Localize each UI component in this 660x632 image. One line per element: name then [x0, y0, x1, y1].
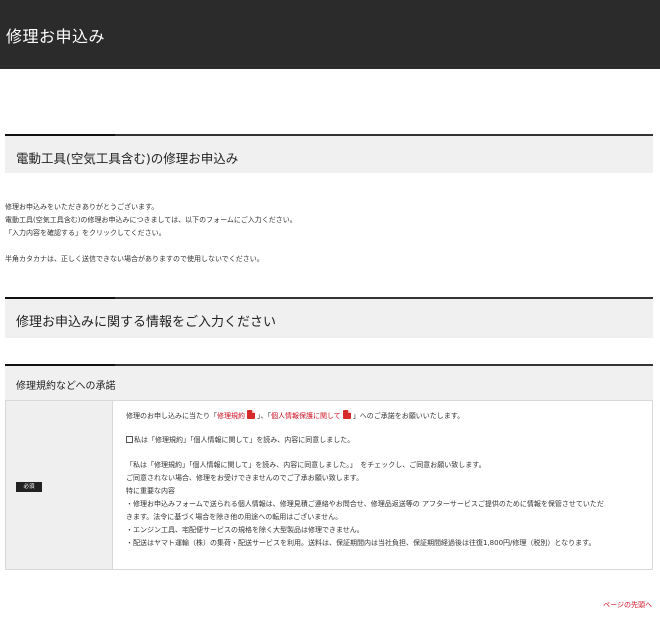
- privacy-link[interactable]: 個人情報保護に関して: [271, 412, 341, 420]
- consent-intro-mid: 」、「: [257, 412, 271, 420]
- consent-intro: 修理のお申し込みに当たり「修理規約 」、「個人情報保護に関して 」へのご承諾をお願い…: [126, 410, 464, 420]
- consent-checkbox-row[interactable]: 私は「修理規約」「個人情報に関して」を読み、内容に同意しました。: [126, 436, 354, 444]
- consent-note: ・修理お申込みフォームで送られる個人情報は、修理見積ご連絡やお問合せ、修理品返送…: [126, 500, 604, 508]
- section-accent-bar: [5, 134, 115, 136]
- form-content-cell: 修理のお申し込みに当たり「修理規約 」、「個人情報保護に関して 」へのご承諾をお願い…: [114, 401, 652, 569]
- consent-note: 特に重要な内容: [126, 487, 175, 495]
- terms-link[interactable]: 修理規約: [217, 412, 245, 420]
- consent-note: きます。法令に基づく場合を除き他の用途への転用はございません。: [126, 513, 343, 521]
- consent-intro-prefix: 修理のお申し込みに当たり「: [126, 412, 217, 420]
- intro-text-2: 電動工具(空気工具含む)の修理お申込みにつきましては、以下のフォームにご入力くだ…: [5, 216, 297, 224]
- consent-checkbox-label[interactable]: 私は「修理規約」「個人情報に関して」を読み、内容に同意しました。: [134, 436, 354, 444]
- pdf-icon[interactable]: [247, 410, 255, 419]
- consent-intro-suffix: 」へのご承諾をお願いいたします。: [352, 412, 465, 420]
- required-badge: 必須: [16, 482, 42, 492]
- consent-note: ・配送はヤマト運輸（株）の集荷・配送サービスを利用。送料は、保証期間内は当社負担…: [126, 539, 596, 547]
- section-enter-info: 修理お申込みに関する情報をご入力ください: [5, 297, 653, 338]
- consent-form-table: 必須 修理のお申し込みに当たり「修理規約 」、「個人情報保護に関して 」へのご承諾を…: [5, 400, 653, 570]
- intro-text-1: 修理お申込みをいただきありがとうございます。: [5, 203, 159, 211]
- section-terms-consent: 修理規約などへの承諾: [5, 364, 653, 400]
- pdf-icon[interactable]: [342, 410, 351, 419]
- consent-note: ・エンジン工具、宅配便サービスの規格を除く大型製品は修理できません。: [126, 526, 364, 534]
- consent-checkbox[interactable]: [126, 436, 133, 443]
- consent-note: ご同意されない場合、修理をお受けできませんのでご了承お願い致します。: [126, 474, 364, 482]
- page-title: 修理お申込み: [6, 27, 106, 46]
- section-title: 修理お申込みに関する情報をご入力ください: [16, 315, 277, 330]
- page-header: 修理お申込み: [0, 0, 660, 69]
- section-repair-application: 電動工具(空気工具含む)の修理お申込み: [5, 134, 653, 173]
- section-title: 電動工具(空気工具含む)の修理お申込み: [16, 151, 239, 166]
- intro-text-3: 「入力内容を確認する」をクリックしてください。: [5, 229, 166, 237]
- section-accent-bar: [5, 297, 115, 299]
- form-label-cell: 必須: [6, 401, 113, 569]
- page-top-link[interactable]: ページの先頭へ: [603, 600, 652, 610]
- intro-text-4: 半角カタカナは、正しく送信できない場合がありますので使用しないでください。: [5, 255, 264, 263]
- consent-note: 「私は「修理規約」「個人情報に関して」を読み、内容に同意しました。」 をチェック…: [126, 461, 486, 469]
- section-title: 修理規約などへの承諾: [16, 381, 116, 392]
- section-accent-bar: [5, 364, 115, 366]
